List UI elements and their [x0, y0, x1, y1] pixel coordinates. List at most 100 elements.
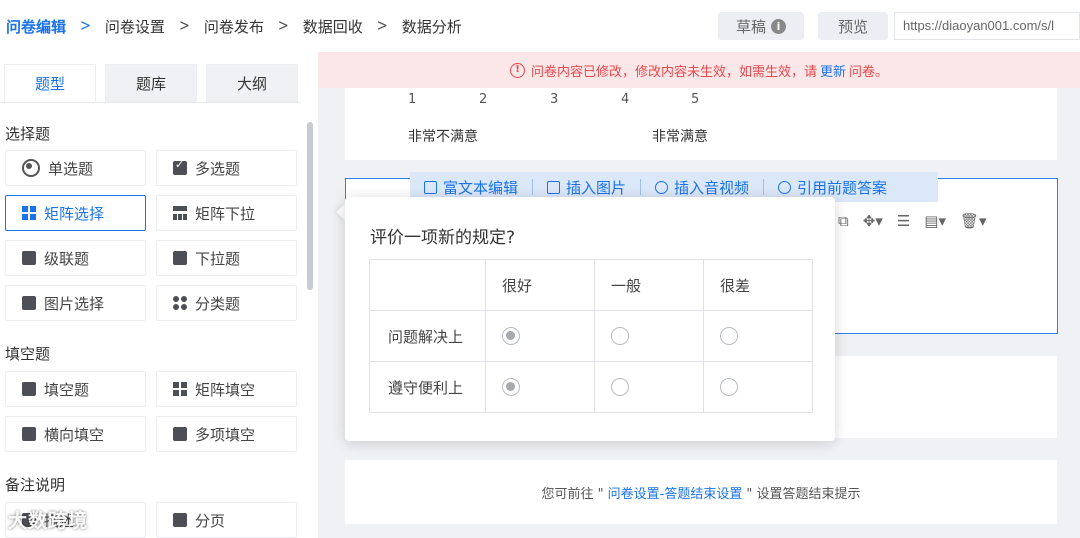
column-header: 一般 — [594, 259, 704, 311]
list-icon — [173, 427, 187, 441]
hint-text: 您可前往 " — [541, 486, 604, 502]
crumb-analysis[interactable]: 数据分析 — [402, 16, 462, 37]
move-icon[interactable]: ✥▾ — [863, 212, 883, 230]
question-type-panel: 题型 题库 大纲 选择题 单选题 多选题 矩阵选择 矩阵下拉 级联题 下拉题 图… — [0, 52, 318, 538]
chevron-right-icon: > — [80, 17, 91, 35]
panel-tabs: 题型 题库 大纲 — [4, 64, 307, 102]
radio-button[interactable] — [720, 327, 738, 346]
qtype-cascade[interactable]: 级联题 — [5, 240, 146, 276]
divider — [0, 102, 300, 103]
insert-media-button[interactable]: 插入音视频 — [655, 177, 749, 198]
crumb-publish[interactable]: 问卷发布 — [204, 16, 264, 37]
scale-question-card[interactable]: 1 2 3 4 5 非常不满意 非常满意 — [345, 88, 1057, 160]
text-cursor-icon — [22, 427, 36, 441]
section-title-choice: 选择题 — [5, 125, 51, 143]
chevron-right-icon: > — [376, 17, 388, 35]
toolbar-label: 插入音视频 — [674, 178, 750, 197]
table-row: 问题解决上 — [369, 310, 813, 362]
column-header: 很好 — [485, 259, 595, 311]
draft-label: 草稿 — [735, 17, 766, 36]
crumb-collect[interactable]: 数据回收 — [303, 16, 363, 37]
scale-number: 5 — [691, 92, 700, 107]
qtype-label: 下拉题 — [195, 249, 241, 268]
matrix-icon — [22, 206, 36, 220]
panel-scrollbar[interactable] — [307, 122, 313, 290]
chevron-right-icon: > — [277, 17, 289, 35]
warning-icon: ! — [509, 62, 525, 78]
qtype-dropdown[interactable]: 下拉题 — [156, 240, 297, 276]
qtype-label: 单选题 — [48, 159, 94, 178]
preview-button[interactable]: 预览 — [818, 12, 888, 40]
section-title-notes: 备注说明 — [5, 476, 66, 494]
banner-text-end: 问卷。 — [849, 64, 889, 80]
qtype-label: 矩阵填空 — [195, 380, 256, 399]
qtype-label: 分类题 — [195, 294, 241, 313]
qtype-multi-choice[interactable]: 多选题 — [156, 150, 297, 186]
top-nav-bar: 问卷编辑 > 问卷设置 > 问卷发布 > 数据回收 > 数据分析 草稿 i 预览… — [0, 0, 1080, 52]
toolbar-label: 富文本编辑 — [443, 178, 519, 197]
trash-icon[interactable]: 🗑▾ — [960, 212, 987, 230]
crumb-settings[interactable]: 问卷设置 — [105, 16, 165, 37]
end-hint-card: 您可前往 " 问卷设置-答题结束设置 " 设置答题结束提示 — [345, 460, 1057, 524]
survey-url-field[interactable]: https://diaoyan001.com/s/l — [894, 12, 1080, 40]
divider — [640, 179, 642, 195]
edit-icon — [22, 382, 36, 396]
table-row: 遵守便利上 — [369, 361, 813, 413]
qtype-multi-fill[interactable]: 多项填空 — [156, 416, 297, 452]
qtype-page-break[interactable]: 分页 — [156, 502, 297, 538]
matrix-table: 很好 一般 很差 问题解决上 遵守便利上 — [369, 259, 813, 413]
radio-button[interactable] — [611, 378, 629, 397]
align-icon[interactable]: ☰ — [897, 212, 910, 230]
scale-number: 1 — [408, 92, 417, 107]
section-title-fill: 填空题 — [5, 345, 51, 363]
matrix-dropdown-icon — [173, 206, 187, 220]
column-header: 很差 — [703, 259, 813, 311]
scale-number: 4 — [621, 92, 630, 107]
play-icon — [655, 180, 669, 194]
radio-button[interactable] — [720, 378, 738, 397]
reference-answer-button[interactable]: 引用前题答案 — [778, 177, 887, 198]
qtype-matrix-dropdown[interactable]: 矩阵下拉 — [156, 195, 297, 231]
qtype-horizontal-fill[interactable]: 横向填空 — [5, 416, 146, 452]
qtype-label: 图片选择 — [44, 294, 105, 313]
hint-text-end: " 设置答题结束提示 — [746, 486, 861, 502]
scale-number: 2 — [479, 92, 488, 107]
tab-question-types[interactable]: 题型 — [4, 64, 96, 102]
dropdown-icon — [173, 251, 187, 265]
qtype-matrix-fill[interactable]: 矩阵填空 — [156, 371, 297, 407]
checkbox-icon — [173, 158, 187, 175]
toolbar-label: 插入图片 — [566, 178, 627, 197]
radio-button[interactable] — [502, 327, 520, 346]
qtype-matrix-choice[interactable]: 矩阵选择 — [5, 195, 146, 231]
draft-button[interactable]: 草稿 i — [718, 12, 804, 40]
qtype-label: 填空题 — [44, 380, 90, 399]
rich-text-button[interactable]: 富文本编辑 — [424, 177, 518, 198]
crumb-edit[interactable]: 问卷编辑 — [6, 16, 66, 37]
qtype-single-choice[interactable]: 单选题 — [5, 150, 146, 186]
image-icon — [547, 180, 561, 194]
copy-icon[interactable]: ⧉ — [838, 212, 849, 230]
qtype-label: 多项填空 — [195, 425, 256, 444]
qtype-label: 分页 — [195, 511, 226, 530]
radio-button[interactable] — [611, 327, 629, 346]
qtype-fill-blank[interactable]: 填空题 — [5, 371, 146, 407]
qtype-label: 矩阵选择 — [44, 204, 105, 223]
update-link[interactable]: 更新 — [820, 61, 846, 80]
watermark-logo: 大数跨境 — [8, 510, 89, 532]
row-label: 问题解决上 — [369, 310, 486, 362]
table-header-row: 很好 一般 很差 — [369, 259, 813, 311]
tab-question-bank[interactable]: 题库 — [105, 64, 197, 102]
tab-outline[interactable]: 大纲 — [206, 64, 298, 102]
qtype-label: 多选题 — [195, 159, 241, 178]
qtype-classify[interactable]: 分类题 — [156, 285, 297, 321]
radio-button[interactable] — [502, 378, 520, 397]
info-icon: i — [771, 18, 786, 34]
matrix-fill-icon — [173, 382, 187, 396]
divider — [532, 179, 534, 195]
qtype-image-choice[interactable]: 图片选择 — [5, 285, 146, 321]
clipboard-icon[interactable]: ▤▾ — [924, 212, 946, 230]
unsaved-changes-banner: ! 问卷内容已修改，修改内容未生效，如需生效，请 更新 问卷。 — [318, 52, 1080, 88]
toolbar-label: 引用前题答案 — [797, 178, 888, 197]
insert-image-button[interactable]: 插入图片 — [547, 177, 626, 198]
end-settings-link[interactable]: 问卷设置-答题结束设置 — [608, 483, 743, 502]
